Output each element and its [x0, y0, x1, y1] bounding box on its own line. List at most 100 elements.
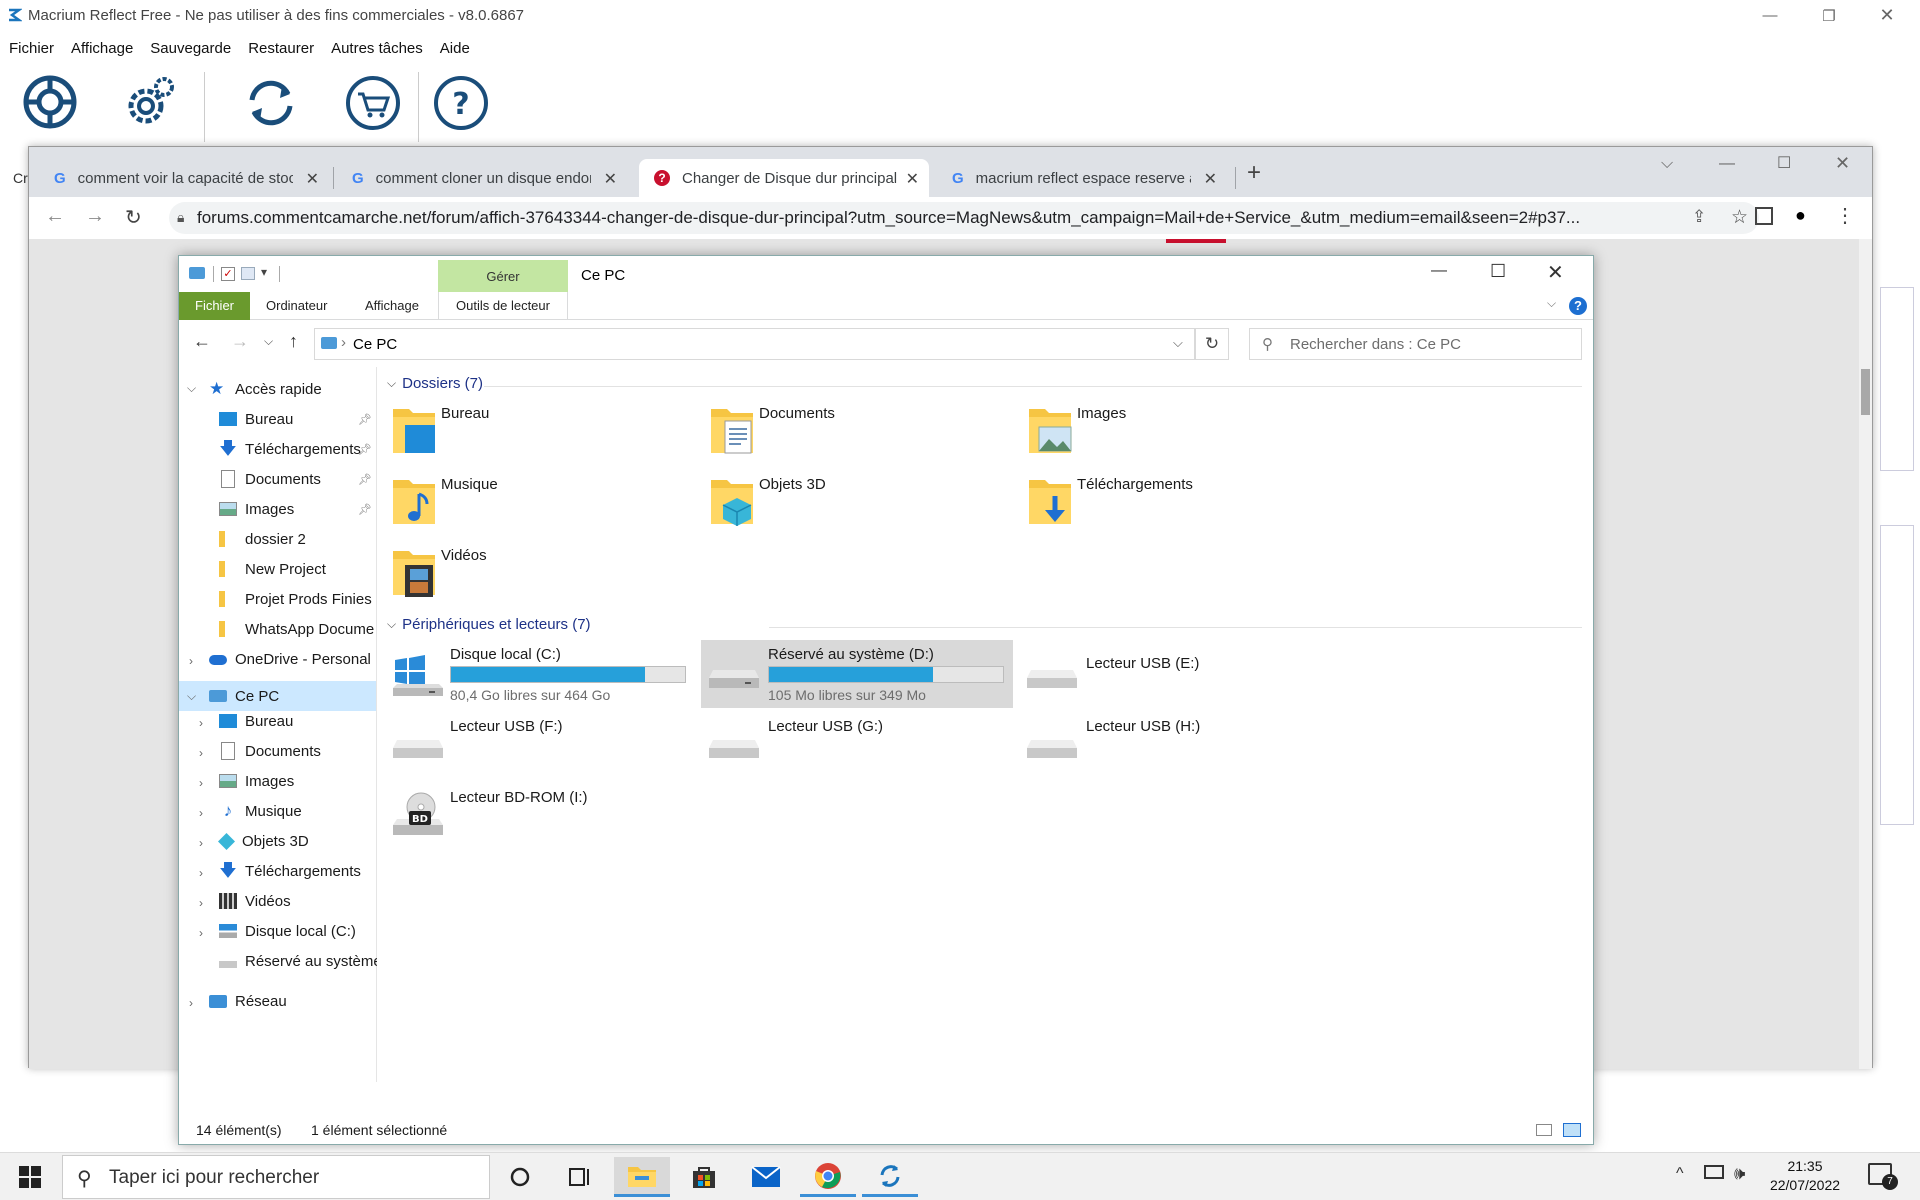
drive-g[interactable]: Lecteur USB (G:)	[701, 712, 1013, 780]
ribbon-tab-outils-de-lecteur[interactable]: Outils de lecteur	[438, 292, 568, 320]
rescue-media-icon[interactable]	[22, 74, 82, 134]
group-folders-header[interactable]: ⌵ Dossiers (7)	[387, 375, 483, 392]
new-tab-button[interactable]: +	[1247, 159, 1261, 187]
expand-chevron-icon[interactable]: ›	[189, 996, 193, 1010]
folder-documents[interactable]: Documents	[697, 403, 997, 465]
back-icon[interactable]: ←	[45, 205, 65, 228]
extension-icon[interactable]: ●	[1795, 205, 1806, 226]
address-bar[interactable]: 🔒︎ forums.commentcamarche.net/forum/affi…	[169, 202, 1759, 234]
nav-quick-bureau[interactable]: Bureau	[219, 404, 293, 434]
properties-icon[interactable]: ✓	[221, 267, 235, 281]
menu-aide[interactable]: Aide	[431, 34, 478, 64]
nav-pc-disque-local-c[interactable]: Disque local (C:)	[219, 916, 356, 946]
side-panel-icon[interactable]	[1755, 207, 1773, 225]
network-status-icon[interactable]	[1704, 1165, 1724, 1179]
collapse-chevron-icon[interactable]: ⌵	[187, 381, 196, 396]
expand-chevron-icon[interactable]: ›	[199, 836, 203, 850]
nav-quick-telechargements[interactable]: 🡇 Téléchargements	[219, 434, 361, 464]
chrome-maximize-button[interactable]: ☐	[1777, 153, 1791, 173]
tab-close-icon[interactable]: ✕	[906, 169, 919, 189]
recent-locations-icon[interactable]: ⌵	[264, 334, 273, 349]
clock[interactable]: 21:35 22/07/2022	[1760, 1155, 1850, 1193]
tab-3-active[interactable]: ? Changer de Disque dur principal ✕	[639, 159, 929, 197]
menu-restaurer[interactable]: Restaurer	[239, 34, 322, 64]
nav-pc-telechargements[interactable]: 🡇 Téléchargements	[219, 856, 361, 886]
pin-icon[interactable]: 📌︎	[358, 503, 372, 516]
back-icon[interactable]: ←	[193, 331, 211, 352]
customize-qat-icon[interactable]: ▾	[261, 265, 267, 279]
search-field[interactable]: ⚲ Rechercher dans : Ce PC	[1249, 328, 1582, 360]
drive-i-bd-rom[interactable]: BD Lecteur BD-ROM (I:)	[383, 783, 695, 851]
folder-videos[interactable]: Vidéos	[379, 545, 679, 607]
expand-chevron-icon[interactable]: ›	[199, 926, 203, 940]
folder-images[interactable]: Images	[1015, 403, 1315, 465]
chrome-menu-icon[interactable]: ⋮	[1835, 203, 1855, 228]
nav-pc-images[interactable]: Images	[219, 766, 294, 796]
share-icon[interactable]: ⇪	[1692, 207, 1706, 227]
drive-e[interactable]: Lecteur USB (E:)	[1019, 640, 1331, 708]
bookmark-star-icon[interactable]: ☆	[1731, 206, 1748, 229]
macrium-minimize-button[interactable]: —	[1741, 0, 1799, 31]
ribbon-tab-affichage[interactable]: Affichage	[353, 292, 431, 320]
tab-1[interactable]: G comment voir la capacité de stockage ✕	[39, 159, 329, 197]
up-icon[interactable]: ↑	[289, 331, 298, 352]
chrome-minimize-button[interactable]: —	[1719, 155, 1735, 173]
drive-f[interactable]: Lecteur USB (F:)	[383, 712, 695, 780]
migrate-icon[interactable]	[242, 74, 302, 134]
menu-affichage[interactable]: Affichage	[62, 34, 141, 64]
drive-h[interactable]: Lecteur USB (H:)	[1019, 712, 1331, 780]
explorer-close-button[interactable]: ✕	[1547, 260, 1564, 285]
pin-icon[interactable]: 📌︎	[358, 413, 372, 426]
nav-quick-access[interactable]: ★ Accès rapide	[209, 374, 322, 404]
macrium-taskbar-icon[interactable]	[862, 1157, 918, 1197]
forward-icon[interactable]: →	[85, 205, 105, 228]
nav-quick-documents[interactable]: Documents	[219, 464, 321, 494]
nav-pc-videos[interactable]: Vidéos	[219, 886, 291, 916]
reload-icon[interactable]: ↻	[125, 205, 142, 230]
nav-quick-dossier-2[interactable]: dossier 2	[219, 524, 306, 554]
expand-chevron-icon[interactable]: ›	[199, 866, 203, 880]
expand-chevron-icon[interactable]: ›	[199, 746, 203, 760]
nav-pc-documents[interactable]: Documents	[219, 736, 321, 766]
chrome-taskbar-icon[interactable]	[800, 1157, 856, 1197]
nav-reseau[interactable]: Réseau	[209, 986, 287, 1016]
new-folder-icon[interactable]	[241, 267, 255, 280]
settings-gear-icon[interactable]	[120, 74, 180, 134]
group-drives-header[interactable]: ⌵ Périphériques et lecteurs (7)	[387, 616, 591, 633]
large-icons-view-icon[interactable]	[1563, 1123, 1581, 1137]
ribbon-tab-fichier[interactable]: Fichier	[179, 292, 251, 320]
expand-chevron-icon[interactable]: ›	[199, 776, 203, 790]
nav-pc-bureau[interactable]: Bureau	[219, 706, 293, 736]
tab-search-icon[interactable]: ⌵	[1661, 155, 1673, 173]
page-scrollbar[interactable]	[1859, 239, 1872, 1069]
buy-cart-icon[interactable]	[344, 74, 404, 134]
expand-chevron-icon[interactable]: ›	[199, 716, 203, 730]
menu-autres-taches[interactable]: Autres tâches	[322, 34, 431, 64]
taskbar-search-box[interactable]: ⚲ Taper ici pour rechercher	[62, 1155, 490, 1199]
drive-c[interactable]: Disque local (C:) 80,4 Go libres sur 464…	[383, 640, 695, 708]
nav-pc-objets-3d[interactable]: Objets 3D	[218, 826, 309, 856]
macrium-close-button[interactable]: ✕	[1858, 0, 1916, 31]
folder-bureau[interactable]: Bureau	[379, 403, 679, 465]
address-bar[interactable]: › Ce PC ⌵	[314, 328, 1195, 360]
pin-icon[interactable]: 📌︎	[358, 473, 372, 486]
folder-objets-3d[interactable]: Objets 3D	[697, 474, 997, 536]
file-explorer-taskbar-icon[interactable]	[614, 1157, 670, 1197]
mail-taskbar-icon[interactable]	[738, 1157, 794, 1197]
nav-onedrive[interactable]: OneDrive - Personal	[209, 644, 371, 674]
start-windows-icon[interactable]	[0, 1157, 60, 1197]
ribbon-expand-icon[interactable]: ⌵	[1547, 296, 1556, 311]
chrome-close-button[interactable]: ✕	[1835, 153, 1850, 174]
details-view-icon[interactable]	[1536, 1124, 1552, 1136]
tab-close-icon[interactable]: ✕	[306, 169, 319, 189]
show-hidden-icons-icon[interactable]: ^	[1676, 1165, 1684, 1183]
expand-chevron-icon[interactable]: ›	[199, 896, 203, 910]
tab-2[interactable]: G comment cloner un disque endommagé ✕	[337, 159, 627, 197]
nav-quick-new-project[interactable]: New Project	[219, 554, 326, 584]
help-icon[interactable]: ?	[1569, 297, 1587, 315]
nav-quick-whatsapp[interactable]: WhatsApp Docume	[219, 614, 377, 644]
nav-quick-projet-prods-finies[interactable]: Projet Prods Finies	[219, 584, 372, 614]
explorer-maximize-button[interactable]: ☐	[1490, 261, 1506, 282]
explorer-minimize-button[interactable]: —	[1431, 262, 1447, 280]
drive-d-selected[interactable]: Réservé au système (D:) 105 Mo libres su…	[701, 640, 1013, 708]
